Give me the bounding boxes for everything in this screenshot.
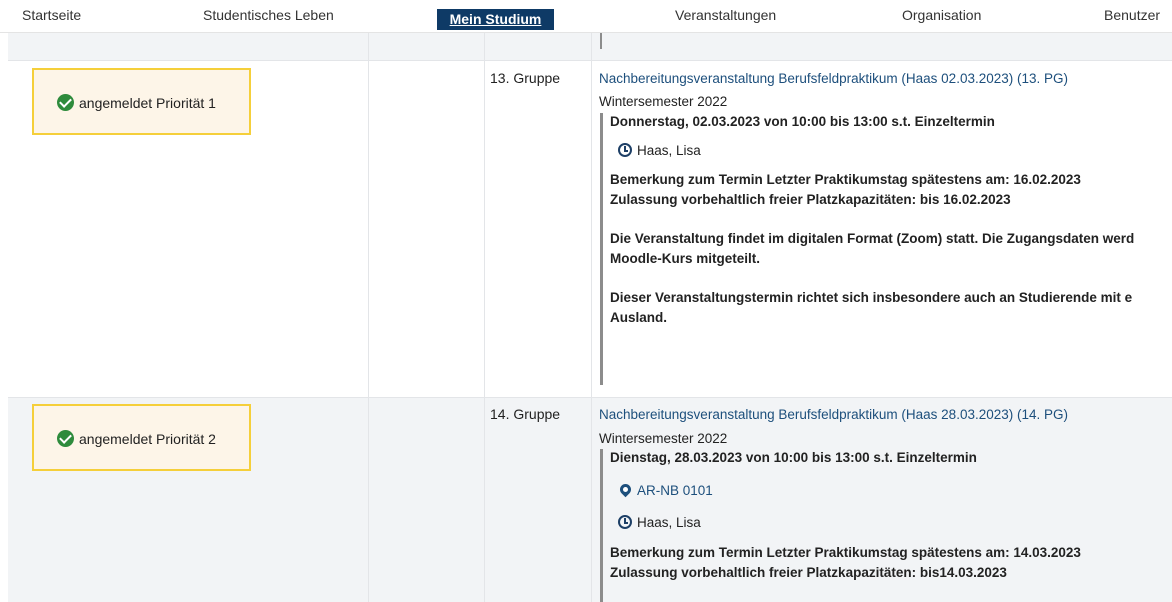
- lecturer-name: Haas, Lisa: [637, 143, 701, 158]
- top-navigation: Startseite Studentisches Leben Mein Stud…: [0, 0, 1172, 33]
- registration-status-badge: angemeldet Priorität 2: [32, 404, 251, 471]
- course-title-link[interactable]: Nachbereitungsveranstaltung Berufsfeldpr…: [599, 71, 1068, 86]
- info-text-line: Moodle-Kurs mitgeteilt.: [610, 251, 761, 266]
- detail-bar: [600, 449, 603, 602]
- group-label: 13. Gruppe: [490, 70, 561, 86]
- registration-status-text: angemeldet Priorität 1: [79, 95, 216, 111]
- room-line[interactable]: AR-NB 0101: [617, 481, 713, 500]
- map-pin-icon: [617, 481, 634, 498]
- nav-studentisches-leben[interactable]: Studentisches Leben: [203, 0, 334, 30]
- detail-bar: [600, 33, 602, 49]
- nav-mein-studium[interactable]: Mein Studium: [437, 9, 554, 30]
- lecturer-name: Haas, Lisa: [637, 515, 701, 530]
- appointment-date: Donnerstag, 02.03.2023 von 10:00 bis 13:…: [610, 114, 995, 129]
- room-link[interactable]: AR-NB 0101: [637, 483, 713, 498]
- semester-label: Wintersemester 2022: [599, 94, 728, 109]
- admission-line: Zulassung vorbehaltlich freier Platzkapa…: [610, 565, 1007, 580]
- course-table: angemeldet Priorität 1 13. Gruppe Nachbe…: [8, 33, 1172, 602]
- nav-veranstaltungen[interactable]: Veranstaltungen: [675, 0, 776, 30]
- clock-icon: [618, 143, 632, 157]
- lecturer-line: Haas, Lisa: [618, 142, 701, 160]
- group-label: 14. Gruppe: [490, 406, 561, 422]
- nav-organisation[interactable]: Organisation: [902, 0, 981, 30]
- semester-label: Wintersemester 2022: [599, 431, 728, 446]
- admission-line: Zulassung vorbehaltlich freier Platzkapa…: [610, 192, 1011, 207]
- info-text-line: Ausland.: [610, 310, 668, 325]
- clock-icon: [618, 515, 632, 529]
- detail-bar: [600, 113, 603, 385]
- nav-startseite[interactable]: Startseite: [22, 0, 81, 30]
- check-circle-icon: [57, 94, 74, 111]
- check-circle-icon: [57, 430, 74, 447]
- course-title-link[interactable]: Nachbereitungsveranstaltung Berufsfeldpr…: [599, 407, 1068, 422]
- info-text-line: Die Veranstaltung findet im digitalen Fo…: [610, 231, 1135, 246]
- remark-line: Bemerkung zum Termin Letzter Praktikumst…: [610, 545, 1081, 560]
- registration-status-badge: angemeldet Priorität 1: [32, 68, 251, 135]
- remark-line: Bemerkung zum Termin Letzter Praktikumst…: [610, 172, 1081, 187]
- info-text-line: Dieser Veranstaltungstermin richtet sich…: [610, 290, 1133, 305]
- nav-benutzer[interactable]: Benutzer: [1104, 0, 1160, 30]
- table-row-previous: [8, 33, 1172, 60]
- appointment-date: Dienstag, 28.03.2023 von 10:00 bis 13:00…: [610, 450, 977, 465]
- lecturer-line: Haas, Lisa: [618, 514, 701, 532]
- registration-status-text: angemeldet Priorität 2: [79, 431, 216, 447]
